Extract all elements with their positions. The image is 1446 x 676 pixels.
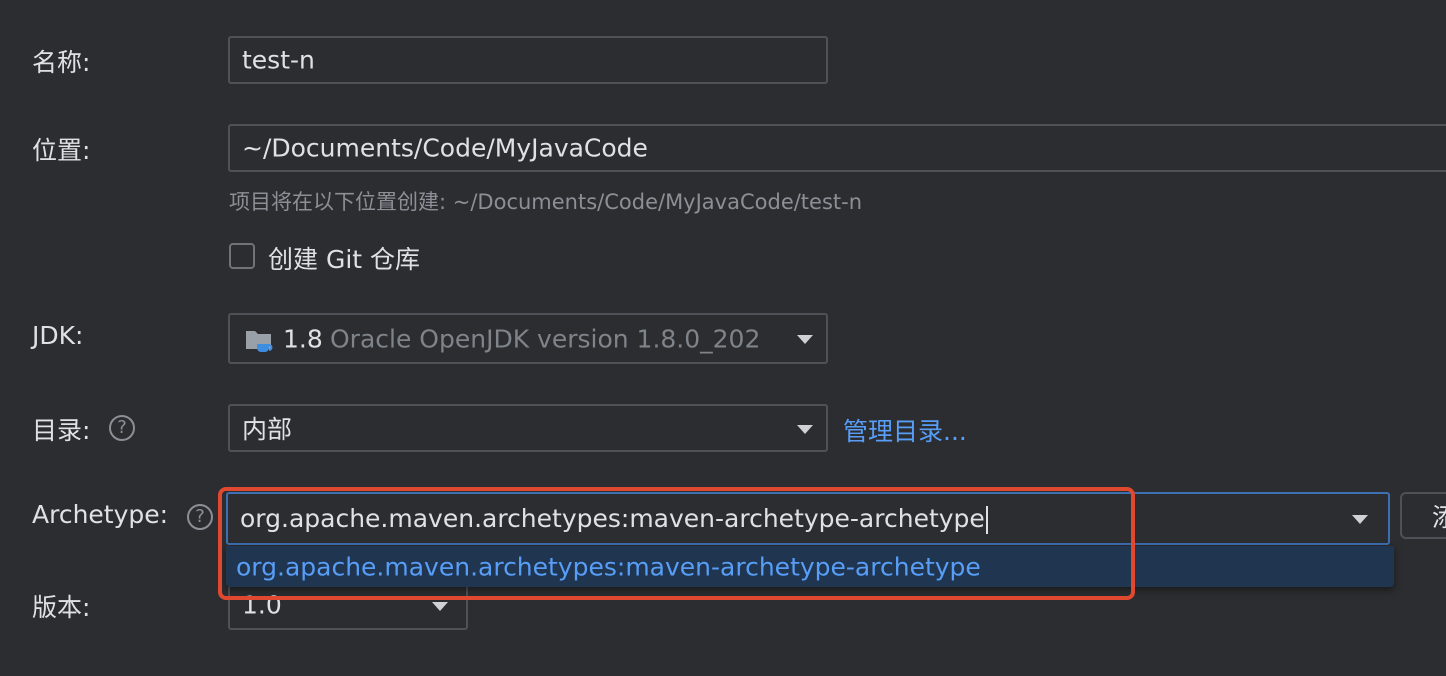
location-input[interactable]: ~/Documents/Code/MyJavaCode [228,124,1446,172]
help-icon[interactable]: ? [187,504,213,530]
help-icon[interactable]: ? [109,415,135,441]
jdk-label: JDK: [32,321,84,350]
jdk-detail: Oracle OpenJDK version 1.8.0_202 [330,324,761,353]
name-input-value: test-n [242,45,315,75]
location-input-value: ~/Documents/Code/MyJavaCode [242,133,648,163]
add-archetype-button[interactable]: 添 [1400,492,1446,539]
chevron-down-icon [432,602,448,611]
location-hint: 项目将在以下位置创建: ~/Documents/Code/MyJavaCode/… [229,190,863,214]
chevron-down-icon [797,335,813,344]
annotation-highlight-box [218,487,1135,600]
catalog-label: 目录: [32,416,91,445]
location-label: 位置: [32,136,91,165]
folder-icon [244,326,274,354]
chevron-down-icon [1352,515,1368,524]
catalog-select[interactable]: 内部 [228,404,828,452]
jdk-select[interactable]: 1.8 Oracle OpenJDK version 1.8.0_202 [228,313,828,364]
manage-catalogs-link[interactable]: 管理目录... [843,412,967,448]
archetype-label: Archetype: [32,500,169,529]
add-archetype-button-label: 添 [1432,498,1446,534]
jdk-version: 1.8 [283,324,323,353]
catalog-select-value: 内部 [242,415,293,444]
create-git-repo-label[interactable]: 创建 Git 仓库 [268,240,420,276]
name-input[interactable]: test-n [228,36,828,84]
create-git-repo-checkbox[interactable] [229,243,255,269]
chevron-down-icon [797,425,813,434]
version-label: 版本: [32,593,91,622]
name-label: 名称: [32,48,91,77]
